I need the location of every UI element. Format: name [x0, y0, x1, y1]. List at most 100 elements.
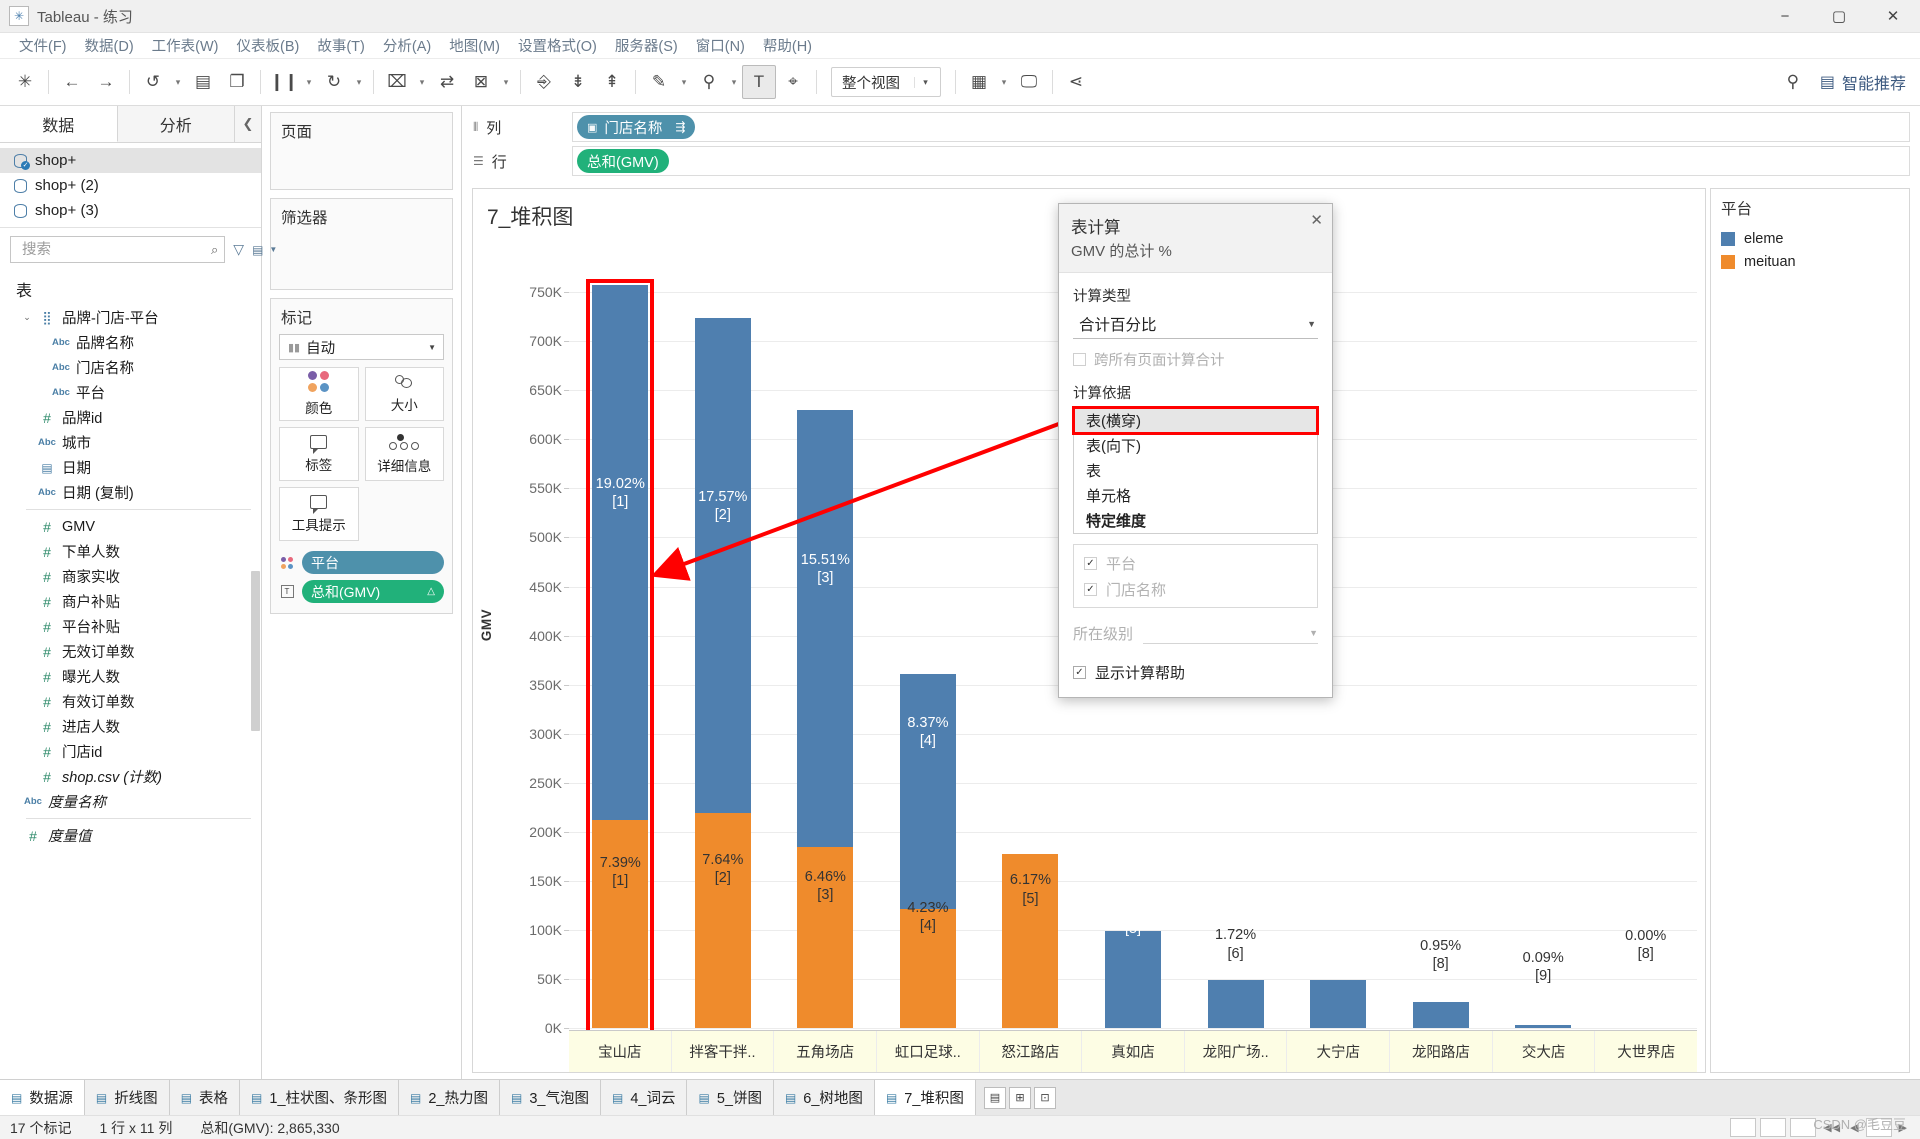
- swap-axes-icon[interactable]: ⇄: [430, 65, 464, 99]
- show-me-dropdown-icon[interactable]: ▾: [996, 65, 1012, 99]
- tab-analytics[interactable]: 分析: [118, 106, 235, 142]
- x-axis-label[interactable]: 大宁店: [1287, 1031, 1391, 1072]
- pause-refresh-icon[interactable]: ❙❙: [267, 65, 301, 99]
- sheet-tab[interactable]: ▤ 5_饼图: [687, 1080, 774, 1115]
- menu-worksheet[interactable]: 工作表(W): [143, 33, 228, 58]
- dimension-row-store-name[interactable]: ✓ 门店名称: [1074, 576, 1317, 602]
- stacked-bar[interactable]: [1618, 253, 1674, 1028]
- sort-dropdown-icon[interactable]: ▾: [498, 65, 514, 99]
- datasource-item-shop-3[interactable]: shop+ (3): [0, 198, 261, 223]
- maximize-button[interactable]: ▢: [1812, 0, 1866, 33]
- bar-segment-eleme[interactable]: [1105, 930, 1161, 1028]
- menu-format[interactable]: 设置格式(O): [509, 33, 606, 58]
- bar-column[interactable]: 17.57% [2] 7.64% [2]: [672, 253, 775, 1028]
- presentation-mode-icon[interactable]: 🖵: [1012, 65, 1046, 99]
- field-item[interactable]: Abc 门店名称: [0, 355, 261, 380]
- chevron-down-icon[interactable]: ▼: [1307, 319, 1316, 329]
- filters-card[interactable]: 筛选器: [270, 198, 453, 290]
- field-item[interactable]: # 度量值: [0, 823, 261, 848]
- calc-type-select[interactable]: 合计百分比 ▼: [1073, 310, 1318, 339]
- x-axis-label[interactable]: 真如店: [1082, 1031, 1185, 1072]
- rows-pill-sum-gmv[interactable]: 总和(GMV): [577, 149, 669, 173]
- x-axis-label[interactable]: 大世界店: [1595, 1031, 1697, 1072]
- field-item[interactable]: Abc 品牌名称: [0, 330, 261, 355]
- rows-dropzone[interactable]: 总和(GMV): [572, 146, 1910, 176]
- field-item[interactable]: # 下单人数: [0, 539, 261, 564]
- dimension-checkbox[interactable]: ✓: [1084, 556, 1097, 570]
- compute-option-table[interactable]: 表: [1074, 458, 1317, 483]
- x-axis-label[interactable]: 龙阳广场..: [1185, 1031, 1288, 1072]
- field-item[interactable]: # shop.csv (计数): [0, 764, 261, 789]
- legend-item-eleme[interactable]: eleme: [1721, 227, 1899, 250]
- menu-window[interactable]: 窗口(N): [687, 33, 754, 58]
- bar-segment-eleme[interactable]: [797, 409, 854, 847]
- legend-item-meituan[interactable]: meituan: [1721, 250, 1899, 273]
- sheet-tab[interactable]: ▤ 表格: [169, 1080, 241, 1115]
- field-item[interactable]: # 商家实收: [0, 564, 261, 589]
- field-item[interactable]: # 有效订单数: [0, 689, 261, 714]
- sort-desc-icon[interactable]: ⇞: [595, 65, 629, 99]
- field-item[interactable]: ⌄ ⣿ 品牌-门店-平台: [0, 305, 261, 330]
- x-axis-label[interactable]: 虹口足球..: [877, 1031, 980, 1072]
- chevron-down-icon[interactable]: ⌄: [20, 312, 34, 323]
- marks-detail-button[interactable]: 详细信息: [364, 427, 444, 481]
- compute-using-listbox[interactable]: 表(横穿) 表(向下) 表 单元格 特定维度: [1072, 406, 1319, 534]
- field-item[interactable]: # 商户补贴: [0, 589, 261, 614]
- pause-dropdown-icon[interactable]: ▾: [301, 65, 317, 99]
- bar-column[interactable]: 0.09% [9]: [1492, 253, 1595, 1028]
- sheet-tab[interactable]: ▤ 6_树地图: [773, 1080, 875, 1115]
- show-me-button[interactable]: ▤ 智能推荐: [1820, 70, 1906, 94]
- field-item[interactable]: # 无效订单数: [0, 639, 261, 664]
- dimension-row-platform[interactable]: ✓ 平台: [1074, 550, 1317, 576]
- search-input[interactable]: [20, 240, 211, 259]
- datasource-item-shop[interactable]: ✓ shop+: [0, 148, 261, 173]
- marks-pill-platform[interactable]: 平台: [302, 551, 444, 574]
- columns-pill-store-name[interactable]: ▣ 门店名称 ⇶: [577, 115, 696, 139]
- sort-icon[interactable]: ⇶: [675, 120, 685, 134]
- show-help-checkbox[interactable]: ✓: [1073, 666, 1086, 679]
- menu-file[interactable]: 文件(F): [10, 33, 76, 58]
- filter-funnel-icon[interactable]: ▽: [231, 241, 246, 258]
- menu-help[interactable]: 帮助(H): [754, 33, 821, 58]
- new-worksheet-icon[interactable]: ▤: [983, 1086, 1006, 1109]
- bar-segment-eleme[interactable]: [1515, 1025, 1572, 1028]
- clear-dropdown-icon[interactable]: ▾: [414, 65, 430, 99]
- compute-option-table-across[interactable]: 表(横穿): [1072, 406, 1319, 435]
- forward-arrow-icon[interactable]: →: [89, 65, 123, 99]
- compute-option-specific-dimensions[interactable]: 特定维度: [1074, 508, 1317, 533]
- columns-dropzone[interactable]: ▣ 门店名称 ⇶: [572, 112, 1910, 142]
- undo-icon[interactable]: ↺: [136, 65, 170, 99]
- highlighter-icon[interactable]: ⌖: [776, 65, 810, 99]
- show-labels-icon[interactable]: T: [742, 65, 776, 99]
- bar-column[interactable]: 19.02% [1] 7.39% [1]: [569, 253, 672, 1028]
- field-item[interactable]: # 门店id: [0, 739, 261, 764]
- across-pages-checkbox-row[interactable]: 跨所有页面计算合计: [1073, 349, 1318, 370]
- field-item[interactable]: # GMV: [0, 514, 261, 539]
- stacked-bar[interactable]: [694, 253, 751, 1028]
- datasource-item-shop-2[interactable]: shop+ (2): [0, 173, 261, 198]
- field-item[interactable]: Abc 日期 (复制): [0, 480, 261, 505]
- bar-segment-eleme[interactable]: [592, 285, 649, 821]
- show-help-row[interactable]: ✓ 显示计算帮助: [1073, 662, 1318, 683]
- fixed-axis-icon[interactable]: ⚲: [692, 65, 726, 99]
- fixed-axis-dropdown-icon[interactable]: ▾: [726, 65, 742, 99]
- share-icon[interactable]: ⋖: [1059, 65, 1093, 99]
- bar-column[interactable]: 15.51% [3] 6.46% [3]: [774, 253, 877, 1028]
- field-item[interactable]: Abc 城市: [0, 430, 261, 455]
- x-axis-label[interactable]: 拌客干拌..: [672, 1031, 775, 1072]
- close-icon[interactable]: ✕: [1310, 211, 1323, 229]
- show-me-grid-icon[interactable]: ▦: [962, 65, 996, 99]
- table-calculation-dialog[interactable]: 表计算 GMV 的总计 % ✕ 计算类型 合计百分比 ▼ 跨所有页面计算合计 计…: [1058, 203, 1333, 698]
- stacked-bar[interactable]: [797, 253, 854, 1028]
- tab-datasource[interactable]: ▤ 数据源: [0, 1080, 85, 1115]
- marks-size-button[interactable]: 大小: [364, 367, 444, 421]
- highlight-dropdown-icon[interactable]: ▾: [676, 65, 692, 99]
- field-item[interactable]: Abc 平台: [0, 380, 261, 405]
- chevron-down-icon[interactable]: ▼: [428, 343, 439, 352]
- bar-segment-eleme[interactable]: [1412, 1001, 1469, 1028]
- field-item[interactable]: # 品牌id: [0, 405, 261, 430]
- stacked-bar[interactable]: [1515, 253, 1572, 1028]
- back-arrow-icon[interactable]: ←: [55, 65, 89, 99]
- across-pages-checkbox[interactable]: [1073, 353, 1086, 366]
- x-axis-label[interactable]: 宝山店: [569, 1031, 672, 1072]
